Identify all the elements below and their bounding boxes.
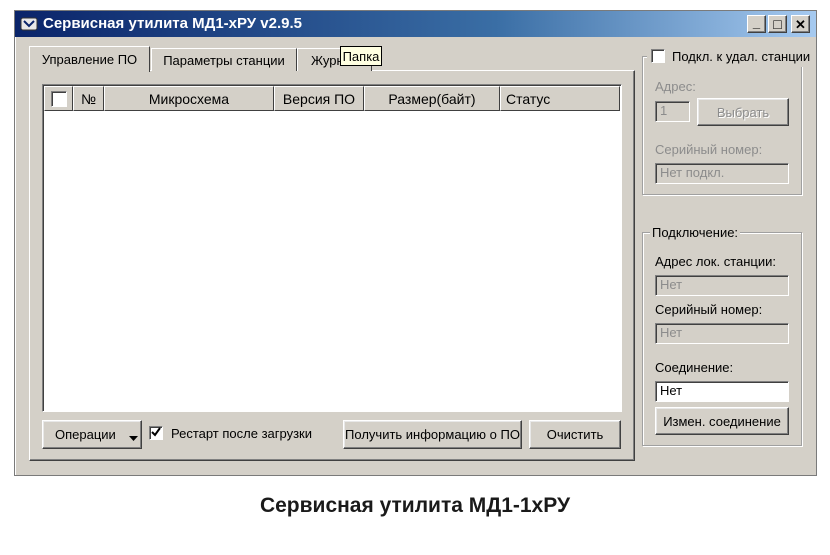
tab-software-management[interactable]: Управление ПО	[29, 46, 150, 72]
restart-checkbox[interactable]	[149, 426, 163, 440]
page-caption: Сервисная утилита МД1-1хРУ	[259, 494, 571, 517]
remote-serial-field[interactable]: Нет подкл.	[655, 163, 789, 184]
column-header-status[interactable]: Статус	[500, 86, 620, 111]
checkmark-icon	[151, 427, 161, 439]
remote-connect-label[interactable]: Подкл. к удал. станции	[672, 49, 810, 65]
column-header-number[interactable]: №	[73, 86, 104, 111]
local-serial-label: Серийный номер:	[655, 302, 763, 317]
address-label: Адрес:	[655, 79, 696, 94]
tab-station-params[interactable]: Параметры станции	[151, 48, 297, 71]
connection-field[interactable]: Нет	[655, 381, 789, 402]
remote-serial-label: Серийный номер:	[655, 142, 763, 157]
dropdown-arrow-icon	[129, 430, 138, 445]
tab-label: Параметры станции	[163, 52, 285, 68]
remote-connect-checkbox[interactable]	[651, 49, 665, 63]
get-software-info-button[interactable]: Получить информацию о ПО	[343, 420, 522, 449]
connection-label: Соединение:	[655, 360, 734, 375]
minimize-button[interactable]: _	[747, 15, 766, 33]
column-header-chip[interactable]: Микросхема	[104, 86, 274, 111]
close-icon: ✕	[795, 16, 806, 32]
software-list[interactable]	[42, 84, 622, 412]
column-header-version[interactable]: Версия ПО	[274, 86, 364, 111]
close-button[interactable]: ✕	[791, 15, 810, 33]
tab-label: Управление ПО	[41, 52, 138, 67]
select-button[interactable]: Выбрать	[697, 98, 789, 126]
local-address-label: Адрес лок. станции:	[655, 254, 776, 269]
tooltip: Папка	[340, 46, 382, 66]
address-field[interactable]: 1	[655, 101, 690, 122]
select-all-checkbox[interactable]	[50, 90, 67, 107]
minimize-icon: _	[752, 14, 761, 30]
maximize-icon: □	[773, 16, 782, 32]
maximize-button[interactable]: □	[768, 15, 787, 33]
column-header-size[interactable]: Размер(байт)	[364, 86, 500, 111]
tab-label: Журн	[311, 52, 344, 68]
local-address-field[interactable]: Нет	[655, 275, 789, 296]
header-select-all[interactable]	[44, 86, 73, 111]
local-serial-field[interactable]: Нет	[655, 323, 789, 344]
clear-button[interactable]: Очистить	[529, 420, 621, 449]
connection-group-title: Подключение:	[650, 225, 741, 241]
operations-dropdown-button[interactable]: Операции	[42, 420, 142, 449]
change-connection-button[interactable]: Измен. соединение	[655, 407, 789, 435]
app-icon[interactable]	[20, 15, 38, 32]
window-title: Сервисная утилита МД1-хРУ v2.9.5	[43, 15, 303, 32]
restart-label[interactable]: Рестарт после загрузки	[171, 426, 312, 442]
